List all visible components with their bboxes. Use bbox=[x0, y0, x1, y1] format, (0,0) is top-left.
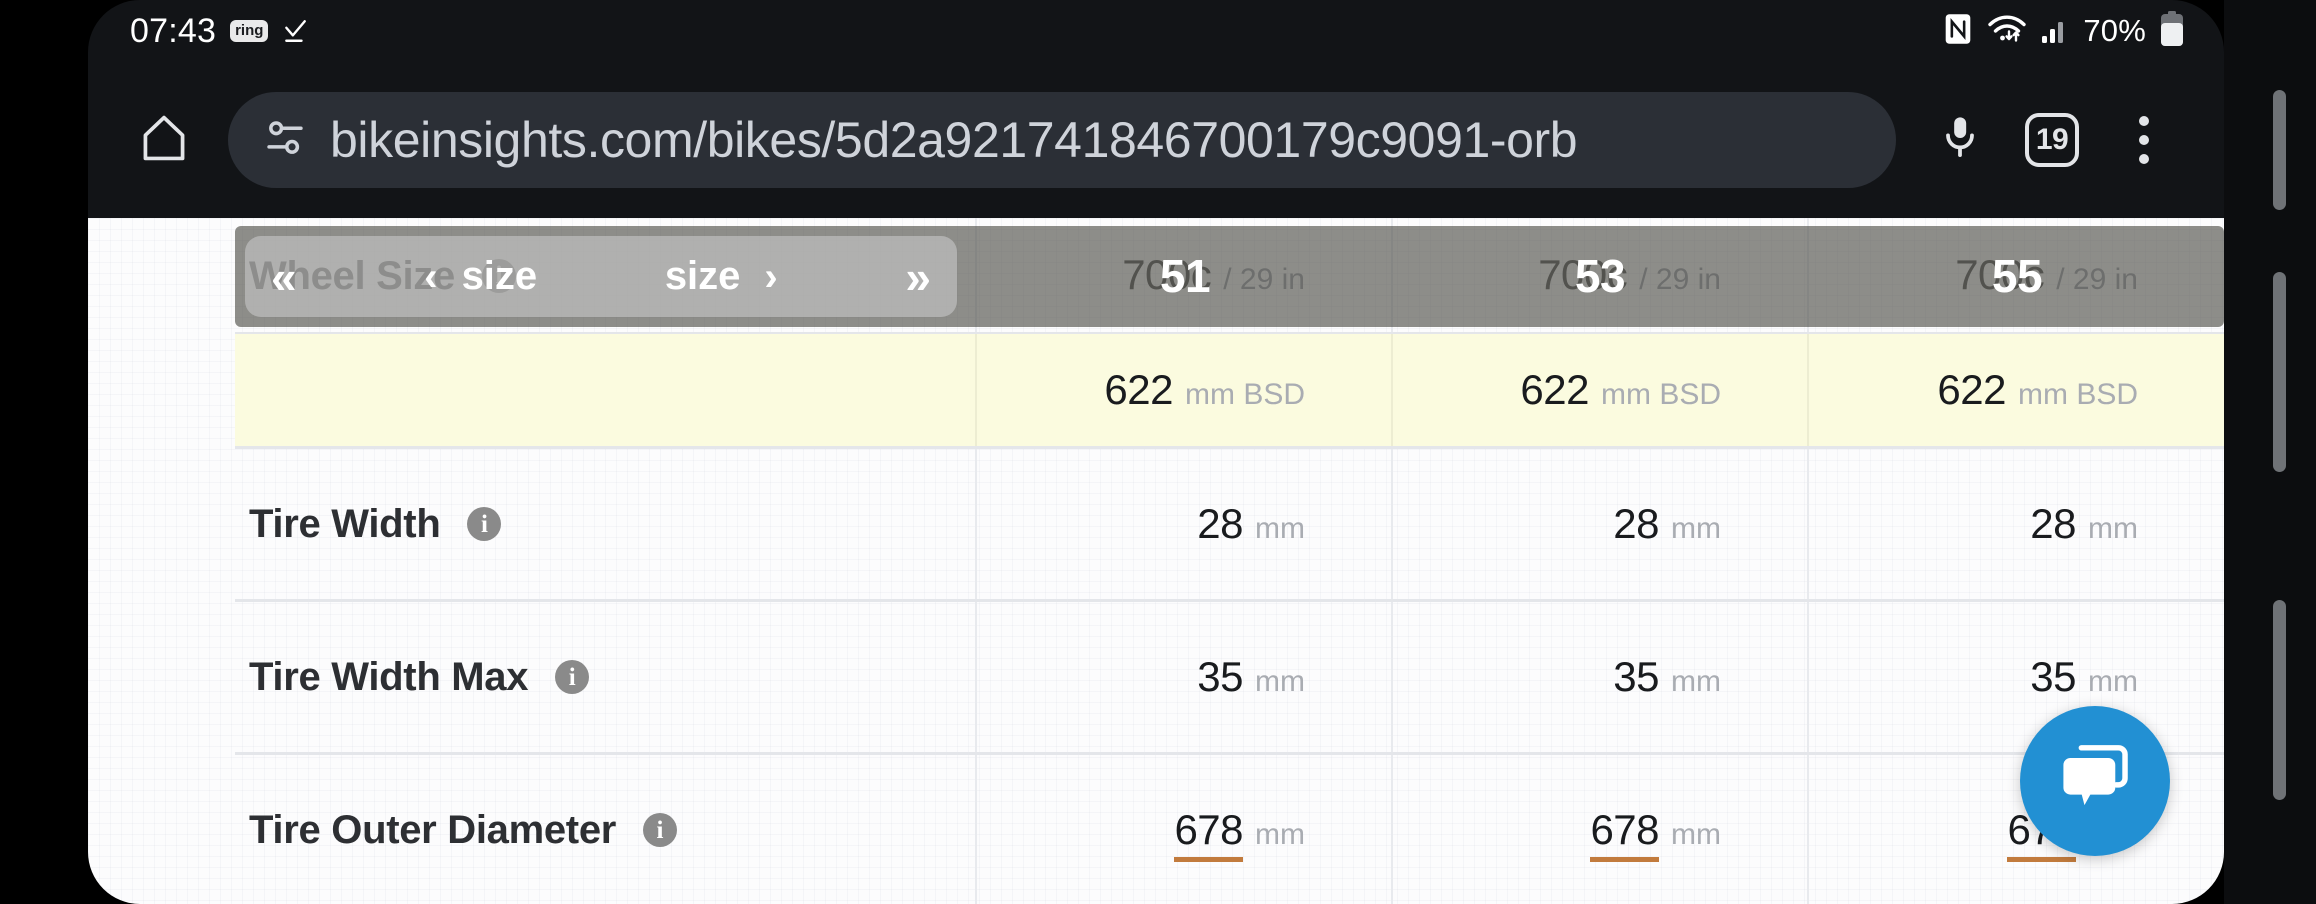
cell-unit: mm BSD bbox=[1185, 377, 1305, 411]
row-label-cell: Tire Width Max i bbox=[235, 600, 976, 755]
cell-unit: / 29 in bbox=[1223, 263, 1305, 296]
table-cell: 28 mm bbox=[975, 447, 1392, 602]
last-size-button[interactable]: » bbox=[905, 254, 931, 300]
cellular-signal-icon bbox=[2041, 14, 2069, 49]
volume-down-button[interactable] bbox=[2273, 600, 2286, 800]
info-icon[interactable]: i bbox=[642, 813, 677, 848]
cell-unit: mm bbox=[1255, 664, 1305, 698]
cell-unit: mm bbox=[1255, 511, 1305, 545]
prev-size-label: size bbox=[461, 254, 538, 298]
table-cell: 35 mm bbox=[1391, 600, 1808, 755]
table-cell: 678 mm bbox=[975, 753, 1392, 904]
chat-widget-button[interactable] bbox=[2020, 706, 2170, 856]
table-row: Tire Width i 28 mm 28 mm 28 mm bbox=[235, 447, 2224, 602]
next-size-group[interactable]: size › bbox=[665, 254, 778, 299]
table-cell: 28 mm bbox=[1807, 447, 2224, 602]
first-size-button[interactable]: « bbox=[271, 254, 297, 300]
home-icon bbox=[139, 112, 189, 169]
site-settings-icon[interactable] bbox=[262, 115, 308, 166]
cell-value: 35 bbox=[1197, 652, 1244, 700]
table-row: 622 mm BSD 622 mm BSD 622 mm BSD bbox=[235, 333, 2224, 449]
table-row: Tire Outer Diameter i 678 mm 678 mm 678 mm bbox=[235, 753, 2224, 904]
page-viewport[interactable]: Wheel Size i 700c/ 29 in 700c/ 29 in 700… bbox=[88, 218, 2224, 904]
battery-percent-label: 70% bbox=[2083, 13, 2146, 48]
table-cell: 700c / 29 in bbox=[1807, 218, 2224, 334]
device-left-bezel bbox=[0, 0, 88, 904]
tab-switcher-button[interactable]: 19 bbox=[2006, 94, 2098, 186]
power-button[interactable] bbox=[2273, 90, 2286, 210]
nfc-icon bbox=[1943, 13, 1973, 50]
row-label-cell: Tire Width i bbox=[235, 447, 976, 602]
ring-app-badge-icon: ring bbox=[230, 20, 269, 42]
browser-toolbar: bikeinsights.com/bikes/5d2a9217418467001… bbox=[88, 62, 2224, 218]
prev-size-group[interactable]: ‹ size bbox=[424, 254, 537, 299]
chat-bubbles-icon bbox=[2056, 743, 2134, 820]
cell-unit: mm BSD bbox=[2018, 377, 2138, 411]
status-bar-left: 07:43 ring bbox=[130, 12, 308, 51]
browser-menu-button[interactable] bbox=[2098, 94, 2190, 186]
wifi-icon bbox=[1987, 13, 2027, 50]
cell-value: 622 bbox=[1520, 365, 1589, 413]
bike-size-comparison-table: Wheel Size i 700c/ 29 in 700c/ 29 in 700… bbox=[235, 218, 2224, 904]
info-icon[interactable]: i bbox=[555, 660, 590, 695]
row-label-cell bbox=[235, 333, 976, 449]
table-cell: 35 mm bbox=[975, 600, 1392, 755]
tab-count-label: 19 bbox=[2025, 113, 2079, 167]
battery-icon bbox=[2160, 10, 2184, 52]
status-bar: 07:43 ring 70% bbox=[88, 0, 2224, 62]
prev-size-button[interactable]: ‹ bbox=[424, 257, 437, 297]
cell-unit: mm bbox=[1671, 817, 1721, 851]
cell-value: 35 bbox=[2030, 652, 2077, 700]
table-cell: 678 mm bbox=[1391, 753, 1808, 904]
table-cell: 700c / 29 in bbox=[1391, 218, 1808, 334]
row-label-cell: Tire Outer Diameter i bbox=[235, 753, 976, 904]
table-cell: 700c / 29 in bbox=[975, 218, 1392, 334]
next-size-label: size bbox=[664, 254, 741, 298]
cell-value: 622 bbox=[1104, 365, 1173, 413]
cell-value: 678 bbox=[1590, 805, 1660, 862]
table-cell: 28 mm bbox=[1391, 447, 1808, 602]
table-cell: 622 mm BSD bbox=[1807, 333, 2224, 449]
address-bar[interactable]: bikeinsights.com/bikes/5d2a9217418467001… bbox=[228, 92, 1896, 188]
cell-unit: mm BSD bbox=[1601, 377, 1721, 411]
cell-value: 35 bbox=[1613, 652, 1660, 700]
cell-value: 700c bbox=[1122, 251, 1212, 298]
row-label: Tire Width Max bbox=[249, 654, 529, 699]
voice-search-button[interactable] bbox=[1914, 94, 2006, 186]
download-complete-icon bbox=[282, 18, 308, 44]
cell-value: 28 bbox=[1197, 499, 1244, 547]
info-icon[interactable]: i bbox=[467, 507, 502, 542]
table-row: Tire Width Max i 35 mm 35 mm 35 mm bbox=[235, 600, 2224, 755]
phone-screenshot: 07:43 ring 70% bikeinsights.com/bikes/5d… bbox=[0, 0, 2316, 904]
microphone-icon bbox=[1938, 114, 1982, 167]
cell-unit: / 29 in bbox=[1639, 263, 1721, 296]
cell-unit: / 29 in bbox=[2056, 263, 2138, 296]
home-button[interactable] bbox=[118, 94, 210, 186]
volume-up-button[interactable] bbox=[2273, 272, 2286, 472]
cell-value: 28 bbox=[2030, 499, 2077, 547]
address-bar-url[interactable]: bikeinsights.com/bikes/5d2a9217418467001… bbox=[330, 111, 1577, 169]
cell-unit: mm bbox=[1671, 664, 1721, 698]
cell-value: 678 bbox=[1174, 805, 1244, 862]
cell-value: 622 bbox=[1937, 365, 2006, 413]
table-cell: 35 mm bbox=[1807, 600, 2224, 755]
table-cell: 622 mm BSD bbox=[1391, 333, 1808, 449]
device-right-bezel bbox=[2224, 0, 2316, 904]
cell-unit: mm bbox=[1671, 511, 1721, 545]
status-bar-right: 70% bbox=[1943, 10, 2184, 52]
three-dot-menu-icon bbox=[2139, 116, 2149, 164]
row-label: Tire Width bbox=[249, 501, 441, 546]
next-size-button[interactable]: › bbox=[764, 257, 777, 297]
cell-value: 28 bbox=[1613, 499, 1660, 547]
cell-unit: mm bbox=[1255, 817, 1305, 851]
size-navigation-bar[interactable]: « ‹ size size › » bbox=[245, 236, 957, 317]
cell-unit: mm bbox=[2088, 511, 2138, 545]
status-clock: 07:43 bbox=[130, 11, 217, 50]
cell-value: 700c bbox=[1538, 251, 1628, 298]
table-cell: 622 mm BSD bbox=[975, 333, 1392, 449]
row-label: Tire Outer Diameter bbox=[249, 807, 617, 852]
cell-unit: mm bbox=[2088, 664, 2138, 698]
cell-value: 700c bbox=[1955, 251, 2045, 298]
